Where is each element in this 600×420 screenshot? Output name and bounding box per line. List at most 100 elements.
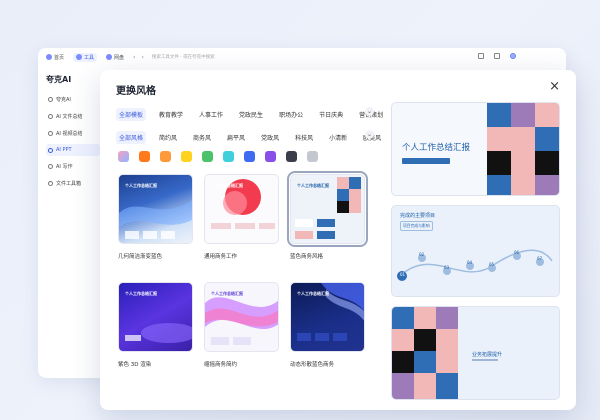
preview-slide-3[interactable]: 业务拓展提升 (391, 306, 560, 400)
category-tab[interactable]: 节日庆典 (316, 108, 346, 121)
chevron-down-icon[interactable]: ⌄ (365, 107, 374, 116)
preview-title: 业务拓展提升 (472, 352, 503, 358)
sidebar-item-label: 文件工具箱 (56, 181, 82, 187)
category-tab[interactable]: 全部模板 (116, 108, 147, 121)
style-tab[interactable]: 商务风 (190, 131, 214, 144)
template-card[interactable]: 个人工作总结汇报 紫色 3D 渲染 (118, 282, 193, 368)
thumbnail-title: 个人工作总结汇报 (125, 291, 157, 296)
template-card[interactable]: 个人工作总结汇报 动态形散蓝色商务 (290, 282, 365, 368)
preview-subtitle-bar (472, 359, 498, 361)
color-swatch[interactable] (118, 151, 129, 162)
color-swatch[interactable] (160, 151, 171, 162)
thumbnail-title: 个人工作总结汇报 (211, 291, 243, 296)
pen-icon (48, 164, 53, 169)
template-card[interactable]: 个人工作总结汇报 缩摇商务简约 (204, 282, 279, 368)
avatar-icon[interactable] (510, 53, 516, 59)
back-arrow-icon[interactable]: ‹ (133, 54, 135, 61)
sidebar-item-label: AI 写作 (56, 164, 73, 170)
style-tab[interactable]: 简约风 (156, 131, 180, 144)
template-label: 通用商务工作 (204, 254, 238, 260)
template-thumbnail[interactable]: 个人工作总结汇报 (118, 282, 193, 352)
toolbox-icon (48, 181, 53, 186)
tab-cloud-label: 网盘 (114, 54, 125, 61)
template-thumbnail[interactable]: 个人工作总结汇报 (204, 174, 279, 244)
cloud-icon (106, 54, 113, 60)
tab-cloud[interactable]: 网盘 (103, 53, 127, 62)
template-label: 蓝色商务风格 (290, 254, 324, 260)
timeline-graphic (397, 249, 553, 281)
color-swatch[interactable] (307, 151, 318, 162)
template-label: 几何简洁渐变蓝色 (118, 254, 163, 260)
sidebar-item-file-toolbox[interactable]: 文件工具箱 (46, 177, 100, 190)
template-thumbnail[interactable]: 个人工作总结汇报 (204, 282, 279, 352)
color-swatch[interactable] (181, 151, 192, 162)
tab-tools[interactable]: 工具 (73, 52, 98, 62)
preview-subtitle-bar (402, 158, 450, 164)
search-input[interactable]: 搜索工具文件 · 或在夸克中搜索 (152, 54, 215, 60)
template-label: 动态形散蓝色商务 (290, 362, 335, 368)
color-swatch[interactable] (244, 151, 255, 162)
sidebar-item-ai-ppt[interactable]: AI PPT (46, 144, 100, 156)
close-icon[interactable]: × (549, 79, 560, 94)
style-tab[interactable]: 扁平风 (224, 131, 248, 144)
sidebar-item-label: AI 视频总结 (56, 131, 83, 137)
step-number: 02 (419, 252, 425, 257)
template-thumbnail[interactable]: 个人工作总结汇报 (290, 282, 365, 352)
style-modal: 更换风格 × 全部模板 教育教学 人事工作 党政民生 职场办公 节日庆典 营销策… (100, 70, 576, 410)
tab-tools-label: 工具 (84, 54, 95, 61)
brand-title: 夸克AI (46, 75, 72, 84)
modal-title: 更换风格 (116, 86, 156, 97)
step-number: 07 (537, 256, 543, 261)
tab-home-label: 首页 (54, 54, 65, 61)
color-swatch[interactable] (202, 151, 213, 162)
template-label: 缩摇商务简约 (204, 362, 238, 368)
step-number: 04 (467, 260, 473, 265)
thumbnail-title: 个人工作总结汇报 (297, 291, 329, 296)
step-number: 05 (489, 262, 495, 267)
step-number: 03 (444, 265, 450, 270)
step-number: 06 (514, 250, 520, 255)
template-card[interactable]: 个人工作总结汇报 通用商务工作 (204, 174, 279, 260)
ai-icon (48, 97, 53, 102)
preview-slide-1[interactable]: 个人工作总结汇报 (391, 102, 560, 196)
sidebar-item-label: 夸克AI (56, 97, 71, 103)
top-icons (478, 53, 516, 59)
category-tab[interactable]: 人事工作 (196, 108, 226, 121)
category-tab[interactable]: 教育教学 (156, 108, 186, 121)
forward-arrow-icon[interactable]: › (141, 54, 143, 61)
step-number: 01 (400, 272, 406, 277)
sidebar-item-ai-writing[interactable]: AI 写作 (46, 160, 100, 173)
sidebar-item-file-summary[interactable]: AI 文件总结 (46, 110, 100, 123)
tab-home[interactable]: 首页 (43, 53, 67, 62)
top-bar: 首页 工具 网盘 ‹ › 搜索工具文件 · 或在夸克中搜索 (38, 48, 566, 66)
color-swatch[interactable] (223, 151, 234, 162)
style-tab[interactable]: 党政风 (258, 131, 282, 144)
category-tab[interactable]: 职场办公 (276, 108, 306, 121)
chevron-down-icon[interactable]: ⌄ (365, 130, 374, 139)
color-swatches (118, 151, 318, 162)
template-card[interactable]: 个人工作总结汇报 蓝色商务风格 (287, 171, 368, 260)
style-tab[interactable]: 科技风 (292, 131, 316, 144)
sidebar-item-quark-ai[interactable]: 夸克AI (46, 93, 100, 106)
preview-slide-2[interactable]: 完成的主要项目 项目完成与影响 01 02 03 04 05 06 07 (391, 205, 560, 297)
color-swatch[interactable] (286, 151, 297, 162)
color-swatch[interactable] (139, 151, 150, 162)
style-tab[interactable]: 全部风格 (116, 131, 147, 144)
category-tab[interactable]: 党政民生 (236, 108, 266, 121)
template-thumbnail[interactable]: 个人工作总结汇报 (118, 174, 193, 244)
color-swatch[interactable] (265, 151, 276, 162)
sidebar-item-label: AI PPT (56, 147, 72, 153)
thumbnail-title: 个人工作总结汇报 (297, 183, 329, 188)
video-icon (48, 131, 53, 136)
style-tabs: 全部风格 简约风 商务风 扁平风 党政风 科技风 小清新 欧美风 (116, 131, 384, 144)
template-thumbnail[interactable]: 个人工作总结汇报 (287, 171, 368, 247)
style-tab[interactable]: 小清新 (326, 131, 350, 144)
sidebar-item-label: AI 文件总结 (56, 114, 83, 120)
wave-graphic (119, 200, 192, 239)
screen-icon[interactable] (478, 53, 484, 59)
category-tabs: 全部模板 教育教学 人事工作 党政民生 职场办公 节日庆典 营销策划 (116, 108, 386, 121)
template-card[interactable]: 个人工作总结汇报 几何简洁渐变蓝色 (118, 174, 193, 260)
download-icon[interactable] (494, 53, 500, 59)
sidebar-item-video-summary[interactable]: AI 视频总结 (46, 127, 100, 140)
tools-icon (76, 54, 83, 60)
